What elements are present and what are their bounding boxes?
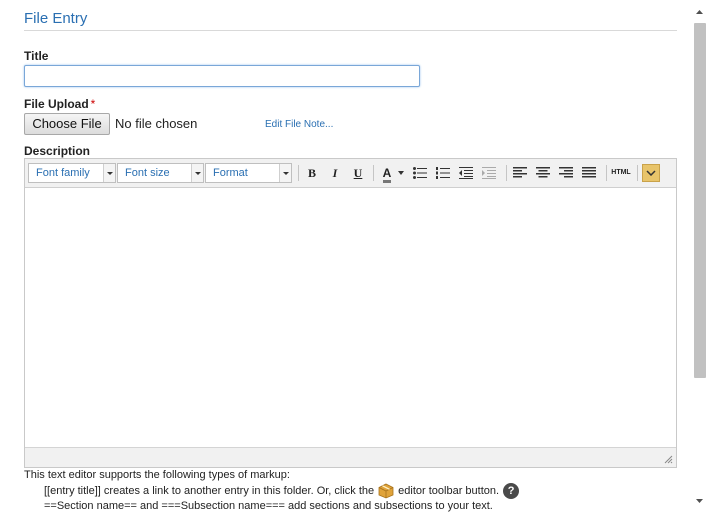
numbered-list-button[interactable] bbox=[433, 164, 453, 182]
markup-help-line-1-before: [[entry title]] creates a link to anothe… bbox=[44, 484, 375, 497]
justify-button[interactable] bbox=[579, 164, 599, 182]
toolbar-separator bbox=[373, 165, 374, 181]
font-family-select-label: Font family bbox=[36, 167, 90, 179]
bold-button[interactable]: B bbox=[302, 164, 322, 182]
font-color-button[interactable]: A bbox=[378, 164, 396, 183]
align-right-button[interactable] bbox=[556, 164, 576, 182]
editor-content-area[interactable] bbox=[25, 188, 676, 447]
scrollbar-thumb[interactable] bbox=[694, 23, 706, 378]
indent-icon bbox=[482, 167, 496, 179]
align-center-button[interactable] bbox=[533, 164, 553, 182]
editor-toolbar: Font family Font size Format B I U A HTM… bbox=[25, 159, 676, 188]
align-left-icon bbox=[513, 167, 527, 178]
markup-help-line-2: ==Section name== and ===Subsection name=… bbox=[44, 500, 493, 512]
title-input[interactable] bbox=[24, 65, 420, 87]
align-left-button[interactable] bbox=[510, 164, 530, 182]
required-marker: * bbox=[90, 97, 96, 111]
format-select[interactable]: Format bbox=[205, 163, 292, 183]
outdent-icon bbox=[459, 167, 473, 179]
toolbar-separator bbox=[606, 165, 607, 181]
font-color-icon: A bbox=[382, 167, 392, 183]
toolbar-separator bbox=[637, 165, 638, 181]
chevron-down-icon bbox=[646, 170, 656, 176]
no-file-chosen-text: No file chosen bbox=[115, 116, 198, 131]
font-size-select-label: Font size bbox=[125, 167, 170, 179]
bullet-list-icon bbox=[413, 167, 427, 179]
scroll-down-arrow-icon[interactable] bbox=[696, 499, 703, 503]
chevron-down-icon bbox=[398, 171, 404, 175]
font-size-select[interactable]: Font size bbox=[117, 163, 204, 183]
toolbar-separator bbox=[506, 165, 507, 181]
italic-button[interactable]: I bbox=[325, 164, 345, 182]
chevron-down-icon bbox=[103, 164, 115, 182]
toolbar-separator bbox=[298, 165, 299, 181]
chevron-down-icon bbox=[191, 164, 203, 182]
format-select-label: Format bbox=[213, 167, 248, 179]
font-family-select[interactable]: Font family bbox=[28, 163, 116, 183]
title-label: Title bbox=[24, 49, 49, 63]
toolbar-toggle-button[interactable] bbox=[642, 164, 660, 182]
description-label: Description bbox=[24, 144, 91, 158]
markup-help-intro: This text editor supports the following … bbox=[24, 469, 290, 481]
justify-icon bbox=[582, 167, 596, 178]
bullet-list-button[interactable] bbox=[410, 164, 430, 182]
font-color-dropdown[interactable] bbox=[397, 164, 405, 182]
chevron-down-icon bbox=[279, 164, 291, 182]
file-upload-label-text: File Upload bbox=[24, 97, 89, 111]
rich-text-editor: Font family Font size Format B I U A HTM… bbox=[24, 158, 677, 468]
underline-button[interactable]: U bbox=[348, 164, 368, 182]
vertical-scrollbar[interactable] bbox=[692, 8, 708, 505]
help-icon[interactable]: ? bbox=[503, 483, 520, 499]
package-icon bbox=[378, 483, 394, 499]
numbered-list-icon bbox=[436, 167, 450, 179]
align-center-icon bbox=[536, 167, 550, 178]
outdent-button[interactable] bbox=[456, 164, 476, 182]
scroll-up-arrow-icon[interactable] bbox=[696, 10, 703, 14]
resize-grip-icon[interactable] bbox=[664, 455, 673, 464]
heading-divider bbox=[24, 30, 677, 31]
file-upload-label: File Upload * bbox=[24, 97, 95, 111]
markup-help-line-1: [[entry title]] creates a link to anothe… bbox=[44, 483, 520, 499]
edit-file-note-link[interactable]: Edit File Note... bbox=[265, 119, 333, 130]
choose-file-button[interactable]: Choose File bbox=[24, 113, 110, 135]
page-title: File Entry bbox=[24, 10, 88, 27]
markup-help-line-1-after: editor toolbar button. bbox=[398, 484, 500, 497]
editor-status-bar bbox=[25, 447, 676, 467]
indent-button[interactable] bbox=[479, 164, 499, 182]
align-right-icon bbox=[559, 167, 573, 178]
html-source-button[interactable]: HTML bbox=[609, 164, 633, 182]
